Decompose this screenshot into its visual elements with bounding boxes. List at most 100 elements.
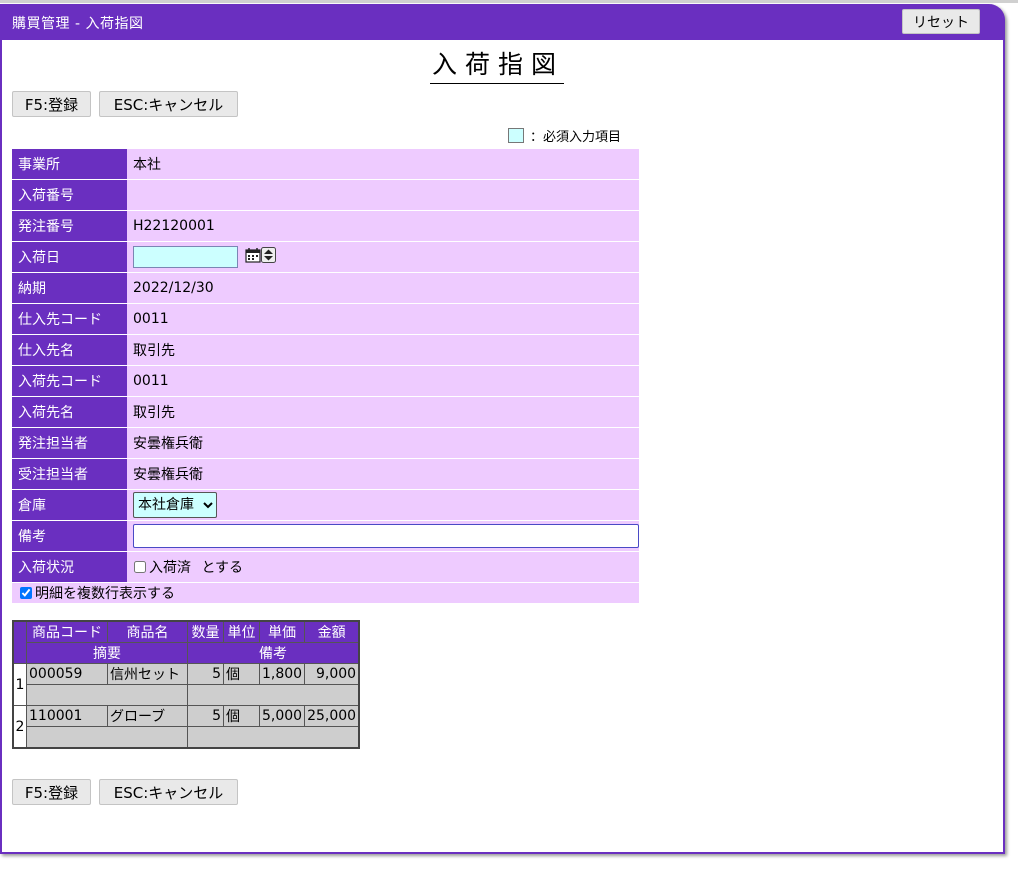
- row-index: 1: [12, 663, 27, 706]
- remarks-cell: [127, 521, 639, 551]
- form-row-office: 事業所 本社: [12, 149, 639, 179]
- date-spinner-icon[interactable]: [261, 247, 277, 267]
- order-no-value: H22120001: [127, 211, 639, 241]
- form-row-status: 入荷状況 入荷済 とする: [12, 552, 639, 582]
- warehouse-label: 倉庫: [12, 490, 127, 520]
- col-code-header: 商品コード: [26, 620, 108, 643]
- dest-name-value: 取引先: [127, 397, 639, 427]
- form-row-dest-name: 入荷先名 取引先: [12, 397, 639, 427]
- status-cell: 入荷済 とする: [127, 552, 639, 582]
- col-summary-header: 摘要: [26, 642, 188, 664]
- receipt-date-input[interactable]: [133, 246, 238, 268]
- order-staff-label: 発注担当者: [12, 428, 127, 458]
- row-remarks: [187, 684, 360, 706]
- detail-header-row-2: 摘要 備考: [13, 642, 360, 664]
- col-name-header: 商品名: [107, 620, 188, 643]
- receipt-form: 事業所 本社 入荷番号 発注番号 H22120001 入荷日 納期 2022/1…: [12, 148, 639, 583]
- form-row-dest-code: 入荷先コード 0011: [12, 366, 639, 396]
- form-row-order-staff: 発注担当者 安曇権兵衛: [12, 428, 639, 458]
- form-row-remarks: 備考: [12, 521, 639, 551]
- save-button-bottom[interactable]: F5:登録: [12, 779, 91, 805]
- row-price: 1,800: [258, 663, 306, 685]
- required-color-swatch: [508, 128, 524, 143]
- form-row-due: 納期 2022/12/30: [12, 273, 639, 303]
- row-qty: 5: [187, 705, 224, 727]
- supplier-name-label: 仕入先名: [12, 335, 127, 365]
- form-row-supplier-code: 仕入先コード 0011: [12, 304, 639, 334]
- row-unit: 個: [223, 663, 260, 685]
- order-no-label: 発注番号: [12, 211, 127, 241]
- row-name: グローブ: [107, 705, 188, 727]
- form-row-recv-staff: 受注担当者 安曇権兵衛: [12, 459, 639, 489]
- row-index: 2: [12, 705, 27, 749]
- office-value: 本社: [127, 149, 639, 179]
- col-unit-header: 単位: [223, 620, 260, 643]
- multi-row-checkbox[interactable]: [20, 587, 32, 599]
- col-amount-header: 金額: [304, 620, 360, 643]
- form-row-warehouse: 倉庫 本社倉庫: [12, 490, 639, 520]
- supplier-name-value: 取引先: [127, 335, 639, 365]
- status-suffix: とする: [201, 560, 244, 576]
- remarks-input[interactable]: [133, 524, 639, 548]
- multi-row-option: 明細を複数行表示する: [12, 583, 639, 603]
- status-label: 入荷状況: [12, 552, 127, 582]
- supplier-code-value: 0011: [127, 304, 639, 334]
- col-remarks-header: 備考: [187, 642, 360, 664]
- row-price: 5,000: [258, 705, 306, 727]
- browser-edge: [0, 0, 1018, 3]
- row-qty: 5: [187, 663, 224, 685]
- row-name: 信州セット: [107, 663, 188, 685]
- save-button-top[interactable]: F5:登録: [12, 91, 91, 117]
- row-code: 110001: [26, 705, 108, 727]
- row-amount: 9,000: [304, 663, 360, 685]
- reset-button[interactable]: リセット: [902, 9, 980, 34]
- recv-staff-label: 受注担当者: [12, 459, 127, 489]
- detail-header-row-1: 商品コード 商品名 数量 単位 単価 金額: [12, 620, 360, 664]
- due-value: 2022/12/30: [127, 273, 639, 303]
- warehouse-cell: 本社倉庫: [127, 490, 639, 520]
- required-legend: ：必須入力項目: [508, 126, 621, 145]
- dest-code-label: 入荷先コード: [12, 366, 127, 396]
- remarks-label: 備考: [12, 521, 127, 551]
- row-unit: 個: [223, 705, 260, 727]
- row-summary: [26, 684, 188, 706]
- received-checkbox-label[interactable]: 入荷済: [149, 560, 191, 576]
- row-summary: [26, 726, 188, 749]
- required-legend-text: ：必須入力項目: [530, 130, 622, 145]
- form-row-receipt-date: 入荷日: [12, 242, 639, 272]
- due-label: 納期: [12, 273, 127, 303]
- table-row-sub: [13, 684, 360, 706]
- row-code: 000059: [26, 663, 108, 685]
- page-title: 入荷指図: [430, 48, 565, 84]
- warehouse-select[interactable]: 本社倉庫: [133, 492, 217, 518]
- calendar-icon[interactable]: [245, 247, 262, 267]
- receipt-date-cell: [127, 242, 639, 272]
- received-checkbox[interactable]: [134, 561, 146, 573]
- table-row: 2 110001 グローブ 5 個 5,000 25,000: [12, 705, 360, 749]
- receipt-no-value: [127, 180, 639, 210]
- cancel-button-bottom[interactable]: ESC:キャンセル: [99, 779, 238, 805]
- recv-staff-value: 安曇権兵衛: [127, 459, 639, 489]
- office-label: 事業所: [12, 149, 127, 179]
- multi-row-label[interactable]: 明細を複数行表示する: [35, 586, 175, 602]
- detail-table: 商品コード 商品名 数量 単位 単価 金額 摘要 備考 1 000059 信州セ…: [12, 620, 361, 749]
- form-row-supplier-name: 仕入先名 取引先: [12, 335, 639, 365]
- detail-index-header: [12, 620, 27, 664]
- window-title: 購買管理 - 入荷指図: [12, 16, 144, 32]
- col-qty-header: 数量: [187, 620, 224, 643]
- col-price-header: 単価: [258, 620, 306, 643]
- row-amount: 25,000: [304, 705, 360, 727]
- table-row-sub: [13, 726, 360, 749]
- row-remarks: [187, 726, 360, 749]
- cancel-button-top[interactable]: ESC:キャンセル: [99, 91, 238, 117]
- dest-code-value: 0011: [127, 366, 639, 396]
- dest-name-label: 入荷先名: [12, 397, 127, 427]
- table-row: 1 000059 信州セット 5 個 1,800 9,000: [12, 663, 360, 706]
- receipt-no-label: 入荷番号: [12, 180, 127, 210]
- form-row-order-no: 発注番号 H22120001: [12, 211, 639, 241]
- order-staff-value: 安曇権兵衛: [127, 428, 639, 458]
- title-bar: 購買管理 - 入荷指図 リセット: [0, 4, 1003, 40]
- form-row-receipt-no: 入荷番号: [12, 180, 639, 210]
- supplier-code-label: 仕入先コード: [12, 304, 127, 334]
- receipt-date-label: 入荷日: [12, 242, 127, 272]
